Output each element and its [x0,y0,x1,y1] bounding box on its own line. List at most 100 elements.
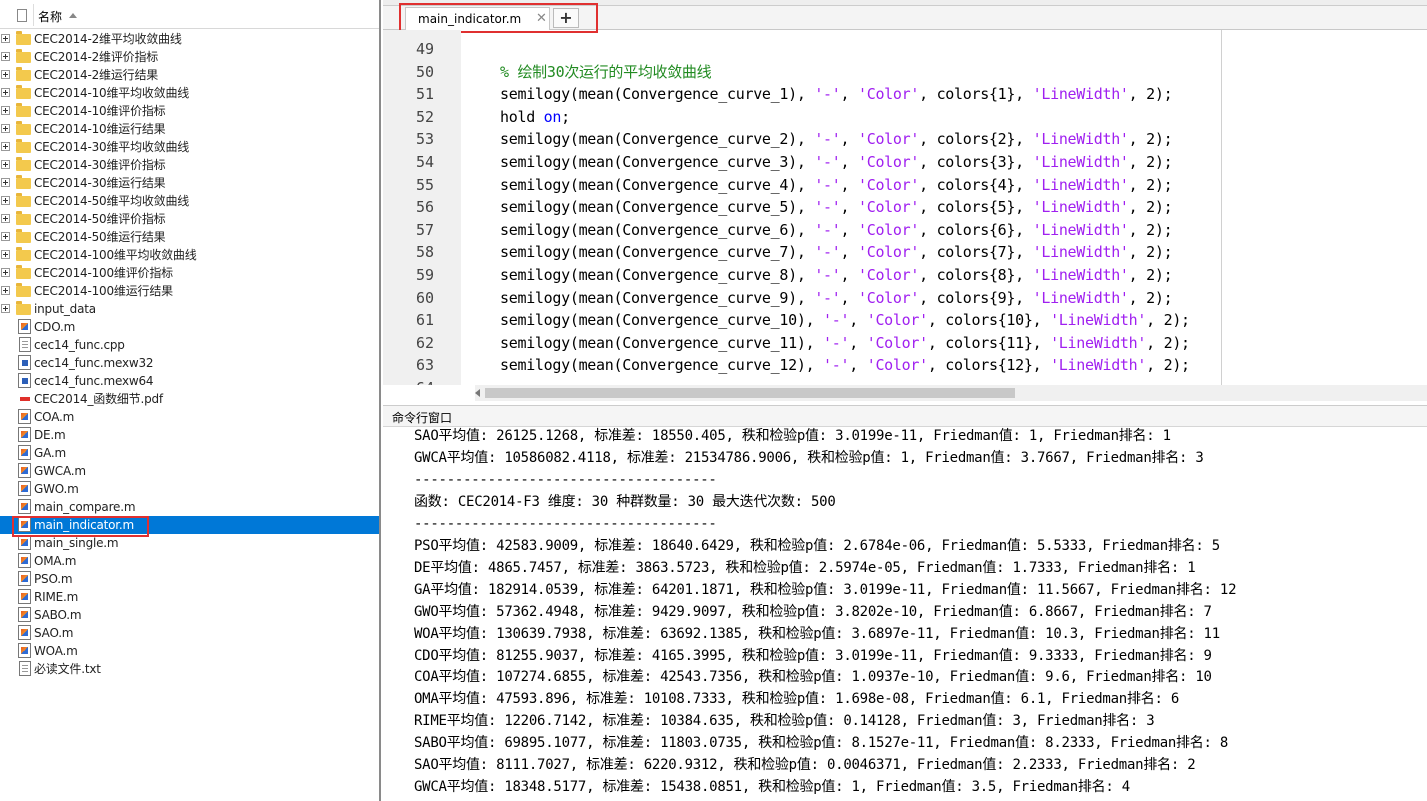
file-item[interactable]: cec14_func.mexw32 [0,354,379,372]
expand-icon[interactable] [1,142,10,151]
file-item[interactable]: SAO.m [0,624,379,642]
code-line[interactable]: semilogy(mean(Convergence_curve_1), '-',… [500,83,1173,105]
expand-icon[interactable] [1,178,10,187]
code-line[interactable]: semilogy(mean(Convergence_curve_11), '-'… [500,332,1190,354]
expand-icon[interactable] [1,250,10,259]
file-list-header: 名称 [0,0,379,29]
expand-icon[interactable] [1,286,10,295]
command-window-title: 命令行窗口 [392,411,453,425]
scroll-left-icon[interactable] [475,389,480,397]
file-label: cec14_func.cpp [34,338,125,352]
folder-item[interactable]: CEC2014-10维平均收敛曲线 [0,84,379,102]
folder-item[interactable]: CEC2014-50维运行结果 [0,228,379,246]
code-area[interactable]: % 绘制30次运行的平均收敛曲线 semilogy(mean(Convergenc… [466,30,1406,385]
file-item[interactable]: OMA.m [0,552,379,570]
file-label: CEC2014-50维平均收敛曲线 [34,194,190,208]
expand-icon[interactable] [1,124,10,133]
matlab-file-icon [18,571,31,586]
file-label: SAO.m [34,626,74,640]
folder-item[interactable]: input_data [0,300,379,318]
command-output-line: GA平均值: 182914.0539, 标准差: 64201.1871, 秩和检… [414,581,1237,598]
folder-item[interactable]: CEC2014-100维评价指标 [0,264,379,282]
expand-icon[interactable] [1,232,10,241]
file-item[interactable]: 必读文件.txt [0,660,379,678]
file-item[interactable]: COA.m [0,408,379,426]
expand-icon[interactable] [1,106,10,115]
line-number: 60 [415,288,434,307]
file-item[interactable]: main_compare.m [0,498,379,516]
line-number: 54 [415,153,434,171]
expand-icon[interactable] [1,160,10,169]
code-line[interactable]: semilogy(mean(Convergence_curve_3), '-',… [500,151,1173,173]
expand-icon[interactable] [1,304,10,313]
file-item[interactable]: SABO.m [0,606,379,624]
folder-item[interactable]: CEC2014-50维评价指标 [0,210,379,228]
folder-item[interactable]: CEC2014-30维评价指标 [0,156,379,174]
code-line[interactable]: semilogy(mean(Convergence_curve_10), '-'… [500,309,1190,331]
expand-icon[interactable] [1,196,10,205]
name-column-header[interactable]: 名称 [38,8,62,25]
folder-icon [16,211,31,225]
file-item[interactable]: cec14_func.cpp [0,336,379,354]
folder-item[interactable]: CEC2014-30维平均收敛曲线 [0,138,379,156]
command-output-line: GWO平均值: 57362.4948, 标准差: 9429.9097, 秩和检验… [414,603,1212,620]
file-label: GA.m [34,446,67,460]
code-line[interactable]: semilogy(mean(Convergence_curve_4), '-',… [500,174,1173,196]
file-item[interactable]: RIME.m [0,588,379,606]
folder-icon [16,157,31,171]
file-item[interactable]: DE.m [0,426,379,444]
file-item[interactable]: GA.m [0,444,379,462]
code-line[interactable]: hold on; [500,106,570,128]
code-line[interactable]: % 绘制30次运行的平均收敛曲线 [500,61,712,83]
code-line[interactable]: semilogy(mean(Convergence_curve_7), '-',… [500,241,1173,263]
expand-icon[interactable] [1,34,10,43]
folder-item[interactable]: CEC2014-10维运行结果 [0,120,379,138]
file-item[interactable]: CEC2014_函数细节.pdf [0,390,379,408]
command-output-line: COA平均值: 107274.6855, 标准差: 42543.7356, 秩和… [414,669,1212,686]
folder-item[interactable]: CEC2014-10维评价指标 [0,102,379,120]
code-line[interactable]: semilogy(mean(Convergence_curve_8), '-',… [500,264,1173,286]
expand-icon[interactable] [1,214,10,223]
expand-icon[interactable] [1,88,10,97]
folder-item[interactable]: CEC2014-50维平均收敛曲线 [0,192,379,210]
scrollbar-thumb[interactable] [485,388,1015,398]
sort-ascending-icon[interactable] [69,13,77,18]
file-item[interactable]: PSO.m [0,570,379,588]
command-output-line: GWCA平均值: 10586082.4118, 标准差: 21534786.90… [414,449,1204,466]
file-label: cec14_func.mexw32 [34,356,154,370]
line-number: 64 [416,377,434,385]
code-line[interactable]: semilogy(mean(Convergence_curve_6), '-',… [500,219,1173,241]
folder-item[interactable]: CEC2014-2维评价指标 [0,48,379,66]
code-line[interactable]: semilogy(mean(Convergence_curve_12), '-'… [500,354,1190,376]
matlab-file-icon [18,553,31,568]
file-item[interactable]: GWCA.m [0,462,379,480]
file-item[interactable]: GWO.m [0,480,379,498]
command-output-line: DE平均值: 4865.7457, 标准差: 3863.5723, 秩和检验p值… [414,559,1196,576]
file-label: CEC2014_函数细节.pdf [34,392,163,406]
folder-item[interactable]: CEC2014-2维平均收敛曲线 [0,30,379,48]
code-line[interactable]: semilogy(mean(Convergence_curve_5), '-',… [500,196,1173,218]
folder-icon [16,85,31,99]
horizontal-scrollbar[interactable] [475,385,1427,401]
file-label: 必读文件.txt [34,662,101,676]
file-item[interactable]: WOA.m [0,642,379,660]
command-output-line: GWCA平均值: 18348.5177, 标准差: 15438.0851, 秩和… [414,779,1130,796]
command-output-line: OMA平均值: 47593.896, 标准差: 10108.7333, 秩和检验… [414,691,1180,708]
code-line[interactable]: semilogy(mean(Convergence_curve_9), '-',… [500,287,1173,309]
expand-icon[interactable] [1,52,10,61]
folder-item[interactable]: CEC2014-100维平均收敛曲线 [0,246,379,264]
folder-item[interactable]: CEC2014-2维运行结果 [0,66,379,84]
expand-icon[interactable] [1,268,10,277]
file-item[interactable]: CDO.m [0,318,379,336]
folder-item[interactable]: CEC2014-30维运行结果 [0,174,379,192]
file-label: WOA.m [34,644,78,658]
folder-icon [16,31,31,45]
line-number: 57 [415,220,434,239]
expand-icon[interactable] [1,70,10,79]
code-line[interactable]: semilogy(mean(Convergence_curve_2), '-',… [500,128,1173,150]
folder-item[interactable]: CEC2014-100维运行结果 [0,282,379,300]
file-item[interactable]: cec14_func.mexw64 [0,372,379,390]
file-label: CEC2014-30维评价指标 [34,158,166,172]
mex-file-icon [18,373,31,388]
command-window[interactable]: SAO平均值: 26125.1268, 标准差: 18550.405, 秩和检验… [383,427,1427,801]
